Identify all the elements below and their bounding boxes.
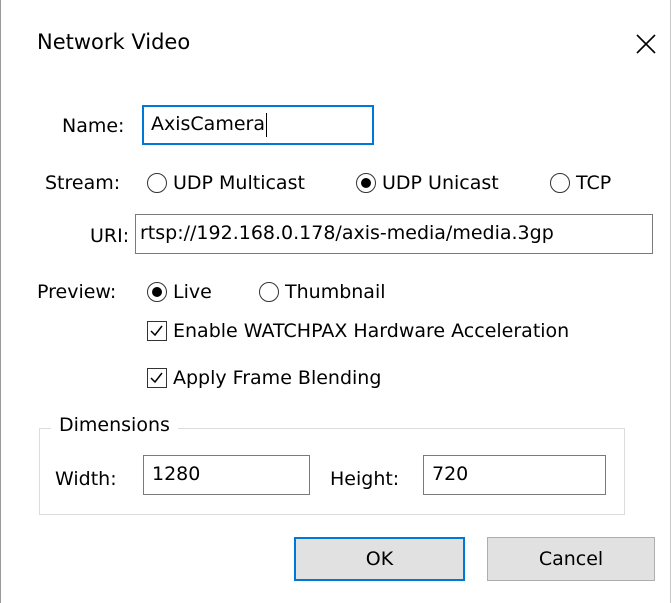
checkbox-box: [147, 368, 167, 388]
radio-off-icon: [259, 282, 279, 302]
uri-label: URI:: [90, 225, 130, 247]
frame-blending-label: Apply Frame Blending: [173, 367, 382, 389]
radio-on-icon: [356, 173, 376, 193]
uri-input[interactable]: rtsp://192.168.0.178/axis-media/media.3g…: [135, 214, 653, 254]
checkmark-icon: [150, 372, 163, 384]
hw-accel-label: Enable WATCHPAX Hardware Acceleration: [173, 320, 570, 342]
height-label: Height:: [330, 468, 400, 490]
text-caret: [265, 112, 267, 137]
checkbox-box: [147, 321, 167, 341]
ok-button[interactable]: OK: [294, 537, 465, 581]
network-video-dialog: Network Video Name: AxisCamera Stream: U…: [0, 0, 671, 603]
name-label: Name:: [62, 115, 125, 137]
hw-accel-checkbox[interactable]: Enable WATCHPAX Hardware Acceleration: [147, 319, 569, 343]
stream-udp-unicast-radio[interactable]: UDP Unicast: [356, 171, 499, 195]
stream-option-label: UDP Unicast: [382, 172, 499, 194]
frame-blending-checkbox[interactable]: Apply Frame Blending: [147, 366, 381, 390]
checkmark-icon: [150, 325, 163, 337]
cancel-button[interactable]: Cancel: [487, 537, 655, 581]
width-label: Width:: [55, 468, 117, 490]
preview-option-label: Thumbnail: [285, 281, 386, 303]
stream-option-label: UDP Multicast: [173, 172, 305, 194]
close-button[interactable]: [629, 27, 663, 61]
preview-option-label: Live: [173, 281, 212, 303]
preview-live-radio[interactable]: Live: [147, 280, 212, 304]
radio-off-icon: [550, 173, 570, 193]
stream-udp-multicast-radio[interactable]: UDP Multicast: [147, 171, 305, 195]
radio-off-icon: [147, 173, 167, 193]
stream-tcp-radio[interactable]: TCP: [550, 171, 611, 195]
name-value: AxisCamera: [151, 113, 265, 135]
width-input[interactable]: 1280: [143, 455, 310, 495]
dimensions-legend: Dimensions: [51, 413, 178, 437]
stream-option-label: TCP: [576, 172, 612, 194]
preview-label: Preview:: [37, 281, 117, 303]
preview-thumbnail-radio[interactable]: Thumbnail: [259, 280, 386, 304]
stream-label: Stream:: [45, 172, 121, 194]
radio-on-icon: [147, 282, 167, 302]
close-icon: [636, 34, 656, 54]
height-input[interactable]: 720: [423, 455, 606, 495]
name-input[interactable]: AxisCamera: [142, 105, 374, 145]
dialog-title: Network Video: [37, 30, 191, 54]
